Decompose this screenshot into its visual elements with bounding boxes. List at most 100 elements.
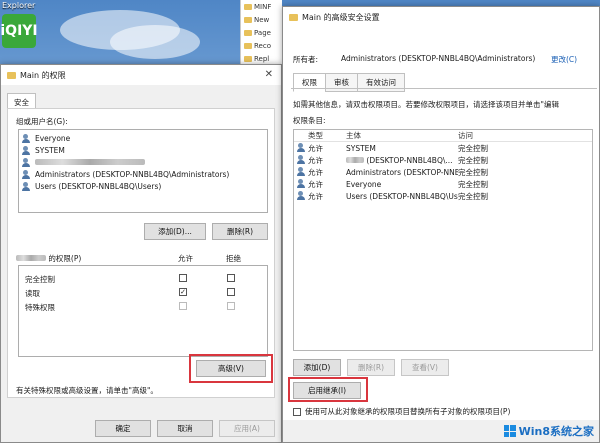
redacted-user-name [346, 156, 364, 163]
user-group-icon [22, 181, 32, 191]
cancel-button[interactable]: 取消 [157, 420, 213, 437]
entry-principal: Everyone [346, 179, 382, 189]
watermark-text: Win8系统之家 [518, 425, 594, 438]
add-entry-button[interactable]: 添加(D) [293, 359, 341, 376]
watermark: Win8系统之家 [503, 423, 594, 439]
explorer-file-list: MINF New Page Reco Repl [240, 0, 282, 64]
deny-column-header: 拒绝 [226, 254, 241, 263]
folder-icon [244, 42, 252, 49]
entry-access: 完全控制 [458, 167, 488, 177]
deny-checkbox[interactable] [227, 288, 235, 296]
tab-effective-access[interactable]: 有效访问 [357, 73, 405, 92]
folder-icon [244, 3, 252, 10]
table-row[interactable]: 允许 Administrators (DESKTOP-NNBL...完全控制 [294, 166, 592, 178]
advanced-dialog-titlebar: Main 的高级安全设置 [283, 7, 599, 27]
permission-entries-table[interactable]: 类型 主体 访问 允许 SYSTEM 完全控制 允许 (DESKTOP-NNBL4B… [293, 129, 593, 351]
add-user-button[interactable]: 添加(D)... [144, 223, 206, 240]
table-row[interactable]: 允许 Everyone 完全控制 [294, 178, 592, 190]
redacted-user-name [35, 159, 145, 165]
owner-label: 所有者: [293, 55, 319, 64]
list-item[interactable]: Everyone [19, 132, 267, 144]
user-list[interactable]: Everyone SYSTEM Administrators (DESKTOP-… [18, 129, 268, 213]
permissions-dialog-titlebar: Main 的权限 ✕ [1, 65, 281, 85]
permissions-dialog: Main 的权限 ✕ 安全 组或用户名(G): Everyone SYSTEM … [0, 64, 282, 443]
list-item[interactable]: Users (DESKTOP-NNBL4BQ\Users) [19, 180, 267, 192]
highlight-advanced-button [189, 354, 273, 383]
permissions-label-text: 的权限(P) [48, 254, 82, 263]
user-group-icon [297, 190, 307, 200]
list-item-label: Repl [254, 54, 270, 63]
list-item-label: New [254, 15, 270, 24]
entry-type: 允许 [308, 167, 323, 177]
allow-checkbox[interactable] [179, 274, 187, 282]
user-group-icon [297, 142, 307, 152]
table-row[interactable]: 允许 Users (DESKTOP-NNBL4BQ\Use... 完全控制 [294, 190, 592, 202]
user-group-icon [297, 178, 307, 188]
column-type[interactable]: 类型 [308, 130, 346, 141]
allow-checkbox[interactable]: ✓ [179, 288, 187, 296]
allow-column-header: 允许 [178, 254, 193, 263]
view-entry-button[interactable]: 查看(V) [401, 359, 449, 376]
user-group-icon [22, 169, 32, 179]
owner-value: Administrators (DESKTOP-NNBL4BQ\Administ… [341, 54, 536, 63]
list-item[interactable] [19, 156, 267, 168]
desktop-icon-label: Explorer [2, 1, 36, 10]
user-name: SYSTEM [35, 145, 65, 155]
change-owner-link[interactable]: 更改(C) [551, 54, 577, 65]
ok-button[interactable]: 确定 [95, 420, 151, 437]
advanced-hint-text: 有关特殊权限或高级设置，请单击"高级"。 [16, 386, 158, 395]
list-item[interactable]: Administrators (DESKTOP-NNBL4BQ\Administ… [19, 168, 267, 180]
entry-access: 完全控制 [458, 179, 488, 189]
user-group-icon [22, 133, 32, 143]
user-icon [297, 154, 307, 164]
permissions-for-label: 的权限(P) [16, 253, 81, 264]
entry-type: 允许 [308, 179, 323, 189]
folder-icon [244, 55, 252, 62]
highlight-inheritance-button [288, 377, 368, 402]
folder-icon [244, 16, 252, 23]
apply-button[interactable]: 应用(A) [219, 420, 275, 437]
group-or-user-label: 组或用户名(G): [16, 117, 68, 126]
allow-checkbox [179, 302, 187, 310]
user-icon [22, 157, 32, 167]
entry-principal: (DESKTOP-NNBL4BQ\... [346, 156, 458, 165]
deny-checkbox[interactable] [227, 274, 235, 282]
deny-checkbox [227, 302, 235, 310]
close-icon[interactable]: ✕ [265, 69, 273, 80]
entry-access: 完全控制 [458, 143, 488, 153]
column-principal[interactable]: 主体 [346, 130, 458, 141]
permissions-list: 完全控制 读取 ✓ 特殊权限 [18, 265, 268, 357]
table-row[interactable]: 允许 SYSTEM 完全控制 [294, 142, 592, 154]
list-item[interactable]: MINF [241, 0, 282, 13]
list-item-label: Page [254, 28, 271, 37]
user-name: Everyone [35, 133, 71, 143]
windows-logo-icon [503, 425, 516, 437]
user-group-icon [22, 145, 32, 155]
table-header: 类型 主体 访问 [294, 130, 592, 142]
iqiyi-brand-text: iQIYI [0, 23, 38, 39]
remove-entry-button[interactable]: 删除(R) [347, 359, 395, 376]
folder-icon [7, 71, 16, 79]
entry-principal: Administrators (DESKTOP-NNBL... [346, 167, 458, 177]
tab-permissions[interactable]: 权限 [293, 73, 326, 92]
iqiyi-app-icon[interactable]: iQIYI [0, 14, 38, 48]
replace-child-permissions-option[interactable]: 使用可从此对象继承的权限项目替换所有子对象的权限项目(P) [293, 406, 510, 417]
list-item[interactable]: SYSTEM [19, 144, 267, 156]
table-row: 完全控制 [19, 273, 267, 285]
list-item[interactable]: New [241, 13, 282, 26]
column-access[interactable]: 访问 [458, 130, 592, 141]
folder-icon [244, 29, 252, 36]
tab-auditing[interactable]: 审核 [325, 73, 358, 92]
advanced-security-dialog: Main 的高级安全设置 所有者: Administrators (DESKTO… [282, 6, 600, 443]
list-item[interactable]: Page [241, 26, 282, 39]
replace-child-permissions-checkbox[interactable] [293, 407, 301, 416]
list-item[interactable]: Reco [241, 39, 282, 52]
table-row[interactable]: 允许 (DESKTOP-NNBL4BQ\... 完全控制 [294, 154, 592, 166]
entry-type: 允许 [308, 143, 323, 153]
user-name: Users (DESKTOP-NNBL4BQ\Users) [35, 181, 162, 191]
redacted-user-name [16, 255, 46, 261]
replace-child-permissions-label: 使用可从此对象继承的权限项目替换所有子对象的权限项目(P) [305, 407, 511, 416]
entry-type: 允许 [308, 155, 323, 165]
remove-user-button[interactable]: 删除(R) [212, 223, 268, 240]
tab-divider [291, 88, 597, 89]
